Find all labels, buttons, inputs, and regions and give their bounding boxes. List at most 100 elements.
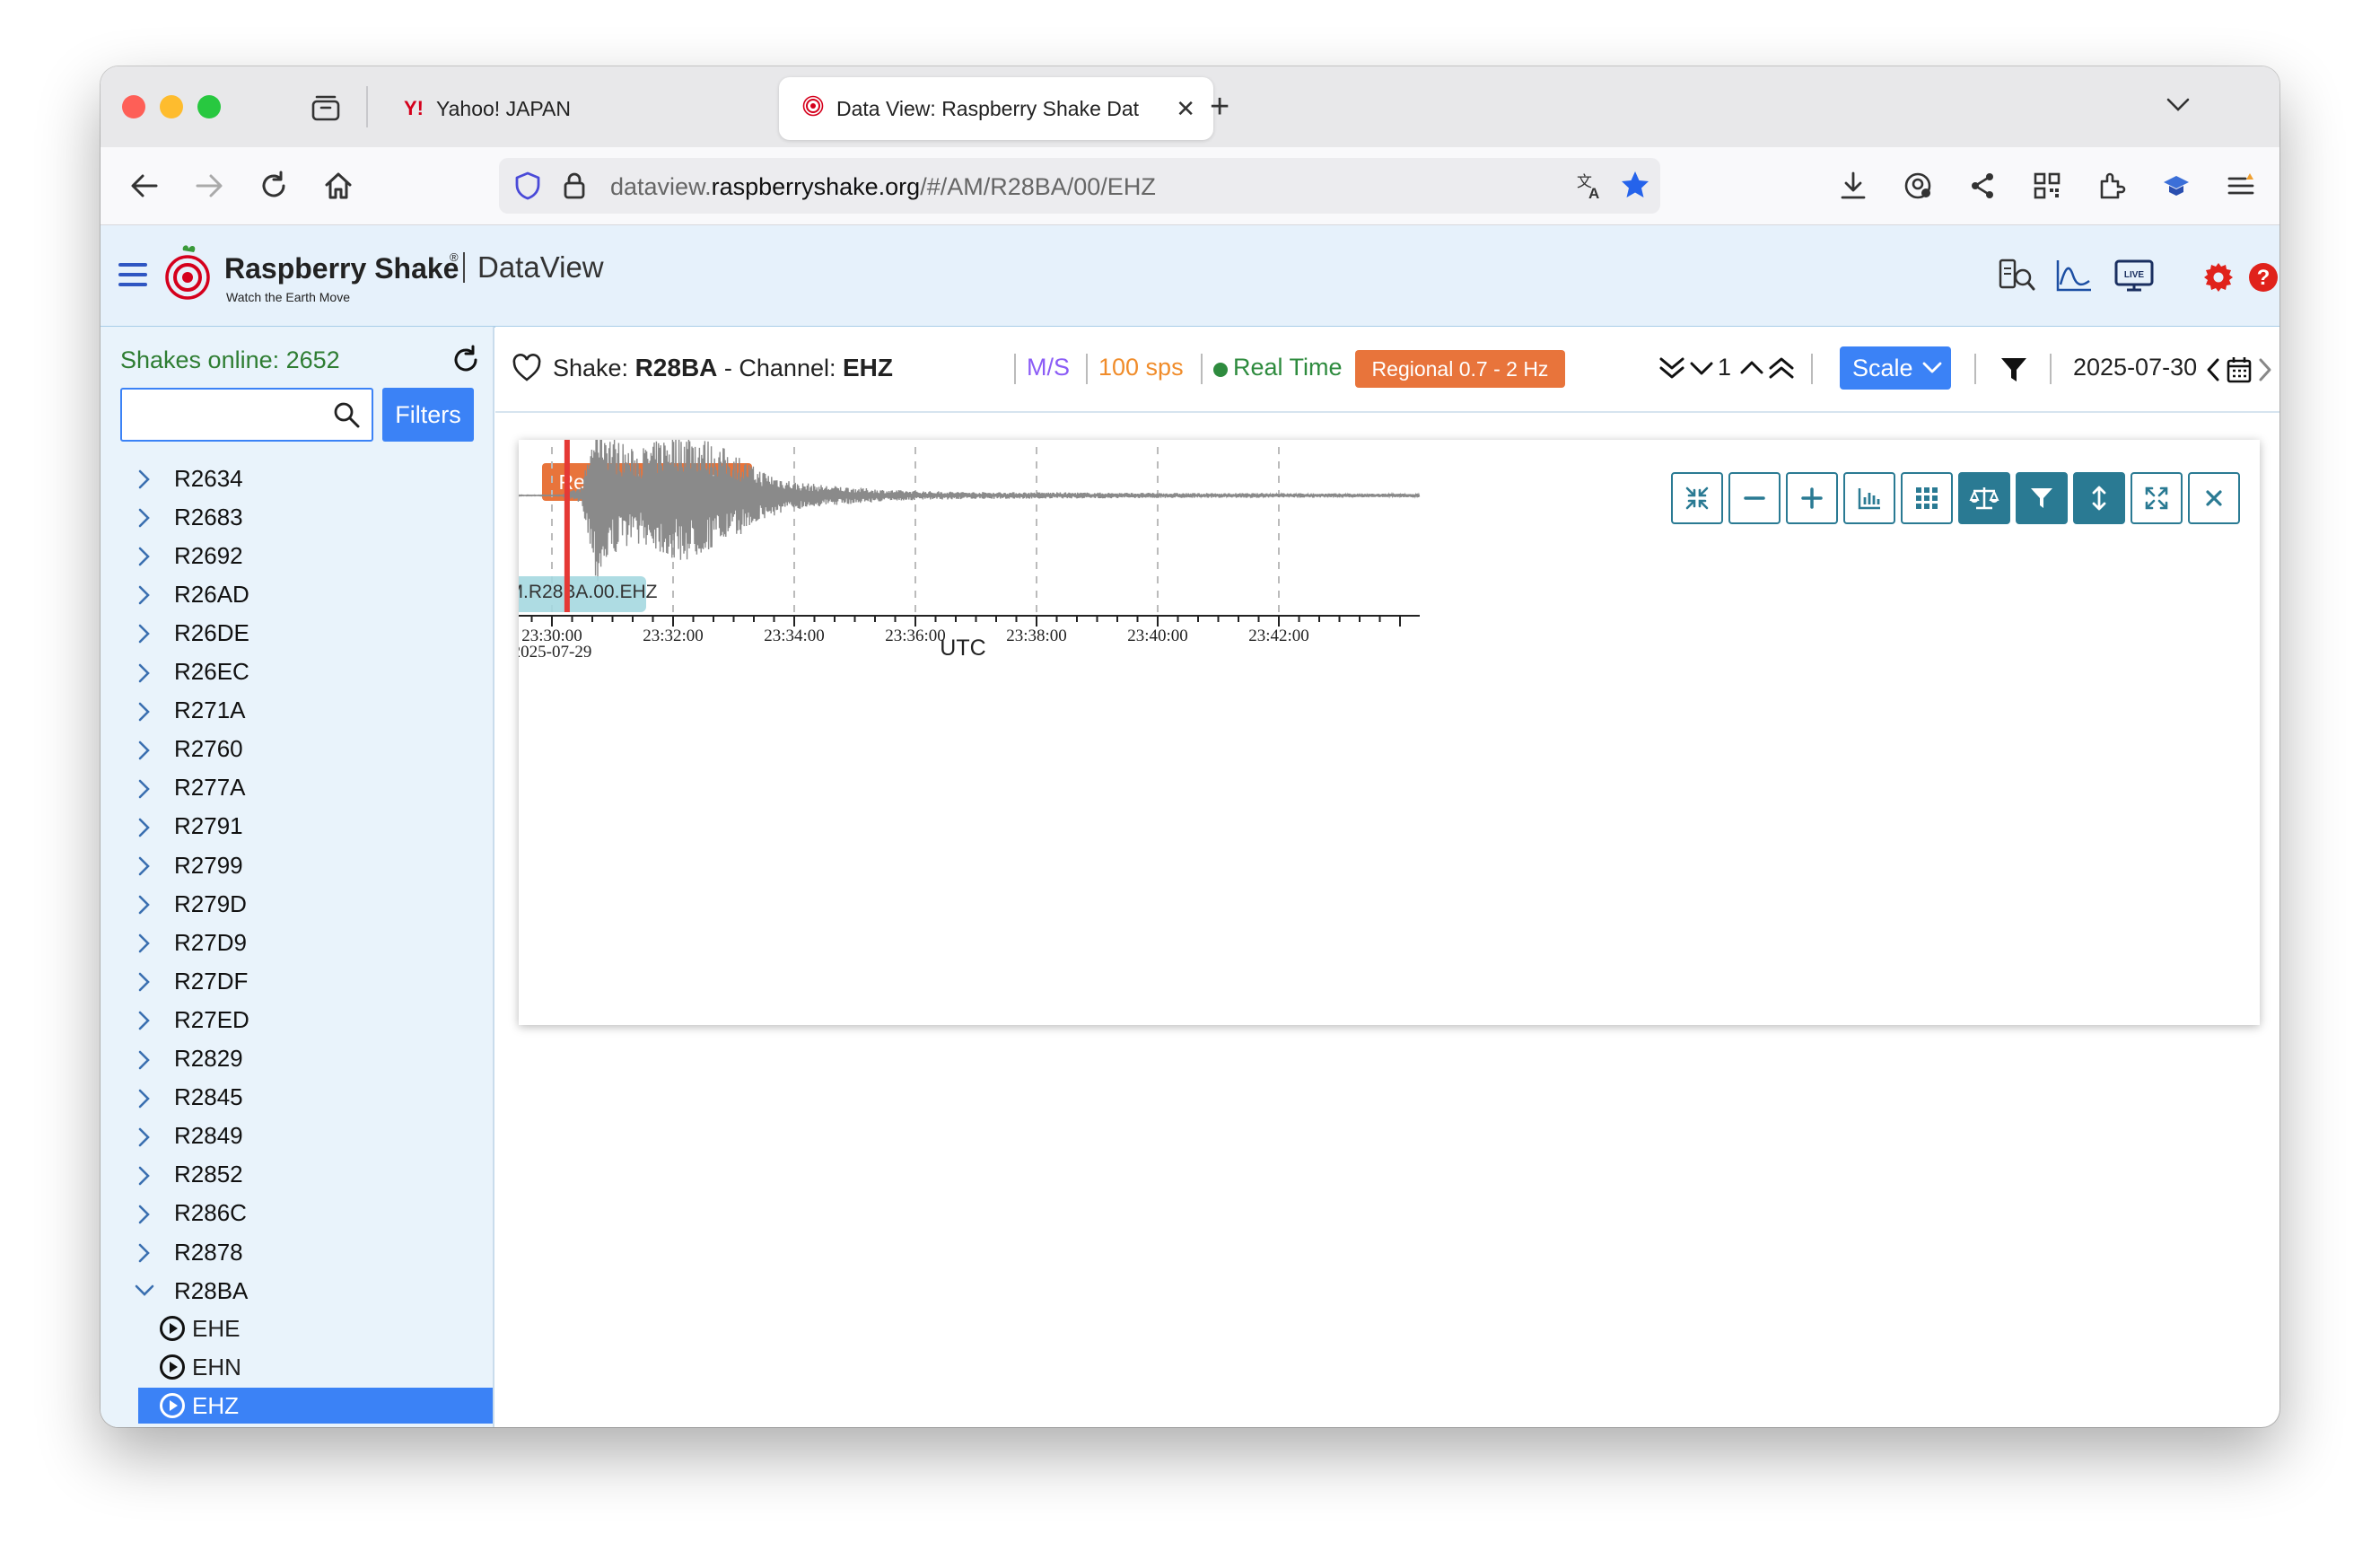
chevron-down-icon[interactable] xyxy=(133,1280,156,1308)
station-item[interactable]: R2852 xyxy=(101,1156,493,1194)
waveform-chart[interactable]: 5e-50-5e-5M/S23:30:0023:32:0023:34:0023:… xyxy=(519,440,2260,1025)
station-search-input[interactable] xyxy=(120,388,373,442)
compare-icon[interactable] xyxy=(1998,258,2035,298)
station-item[interactable]: R2683 xyxy=(101,498,493,536)
chevron-right-icon[interactable] xyxy=(133,739,154,768)
station-item[interactable]: R271A xyxy=(101,692,493,730)
next-day-chevron-icon[interactable] xyxy=(2256,357,2274,387)
prev-day-chevron-icon[interactable] xyxy=(2204,357,2222,387)
station-item[interactable]: R2878 xyxy=(101,1233,493,1271)
tab-overview-icon[interactable] xyxy=(311,93,341,122)
close-window-button[interactable] xyxy=(122,95,145,118)
station-item[interactable]: R28BA xyxy=(101,1272,493,1310)
chevron-up-icon[interactable] xyxy=(1737,355,1766,383)
chevron-right-icon[interactable] xyxy=(133,1048,154,1078)
play-circle-icon[interactable] xyxy=(160,1354,185,1380)
station-item[interactable]: R2791 xyxy=(101,808,493,846)
hamburger-menu-icon[interactable] xyxy=(118,261,147,293)
refresh-icon[interactable] xyxy=(451,345,481,380)
chevron-right-icon[interactable] xyxy=(133,970,154,1000)
channel-item[interactable]: EHZ xyxy=(138,1388,493,1424)
chevron-right-icon[interactable] xyxy=(133,932,154,961)
tab-data-view[interactable]: Data View: Raspberry Shake Dat ✕ xyxy=(779,77,1213,140)
chevron-right-icon[interactable] xyxy=(133,893,154,923)
shield-icon[interactable] xyxy=(513,171,542,206)
favorite-heart-icon[interactable] xyxy=(512,354,542,387)
search-icon[interactable] xyxy=(332,400,361,434)
chevron-right-icon[interactable] xyxy=(133,1203,154,1232)
play-circle-icon[interactable] xyxy=(160,1393,185,1419)
filter-funnel-icon[interactable] xyxy=(1999,355,2028,389)
channel-item[interactable]: EHE xyxy=(138,1310,493,1346)
zoom-window-button[interactable] xyxy=(197,95,221,118)
station-item[interactable]: R2634 xyxy=(101,460,493,497)
calendar-icon[interactable] xyxy=(2226,355,2253,389)
new-tab-icon[interactable]: + xyxy=(1210,88,1229,127)
scale-dropdown[interactable]: Scale xyxy=(1840,346,1951,390)
station-item[interactable]: R26EC xyxy=(101,653,493,691)
live-monitor-icon[interactable]: LIVE xyxy=(2114,259,2154,296)
raspberry-shake-logo-icon[interactable] xyxy=(162,243,214,307)
chevron-right-icon[interactable] xyxy=(133,1009,154,1039)
chevron-right-icon[interactable] xyxy=(133,662,154,691)
station-item[interactable]: R2760 xyxy=(101,731,493,768)
chevron-down-icon[interactable] xyxy=(1687,357,1716,385)
forward-arrow-icon[interactable] xyxy=(188,165,230,206)
extensions-icon[interactable] xyxy=(2091,165,2132,206)
station-item[interactable]: R27DF xyxy=(101,962,493,1000)
url-text[interactable]: dataview.raspberryshake.org/#/AM/R28BA/0… xyxy=(610,173,1156,201)
help-icon[interactable]: ? xyxy=(2247,261,2279,298)
double-chevron-up-icon[interactable] xyxy=(1766,354,1797,385)
station-item[interactable]: R27ED xyxy=(101,1001,493,1039)
lock-icon[interactable] xyxy=(562,171,587,206)
station-item[interactable]: R2849 xyxy=(101,1117,493,1155)
station-item[interactable]: R2799 xyxy=(101,846,493,884)
station-item[interactable]: R26DE xyxy=(101,614,493,652)
station-item[interactable]: R26AD xyxy=(101,575,493,613)
filter-badge[interactable]: Regional 0.7 - 2 Hz xyxy=(1355,350,1565,388)
download-icon[interactable] xyxy=(1833,165,1874,206)
chevron-right-icon[interactable] xyxy=(133,1164,154,1194)
station-item[interactable]: R27D9 xyxy=(101,924,493,961)
chevron-right-icon[interactable] xyxy=(133,506,154,536)
url-bar[interactable]: dataview.raspberryshake.org/#/AM/R28BA/0… xyxy=(499,158,1660,214)
channel-item[interactable]: EHN xyxy=(138,1349,493,1385)
qr-code-icon[interactable] xyxy=(2026,165,2068,206)
realtime-label[interactable]: Real Time xyxy=(1233,354,1343,381)
chevron-right-icon[interactable] xyxy=(133,622,154,652)
play-circle-icon[interactable] xyxy=(160,1316,185,1342)
chevron-right-icon[interactable] xyxy=(133,545,154,574)
station-item[interactable]: R279D xyxy=(101,885,493,923)
bookmark-star-icon[interactable] xyxy=(1619,169,1651,206)
tab-close-icon[interactable]: ✕ xyxy=(1176,95,1195,123)
graduation-cap-icon[interactable] xyxy=(2156,165,2197,206)
back-arrow-icon[interactable] xyxy=(124,165,165,206)
station-item[interactable]: R2692 xyxy=(101,537,493,574)
station-item[interactable]: R2845 xyxy=(101,1079,493,1117)
chevron-right-icon[interactable] xyxy=(133,1241,154,1271)
share-icon[interactable] xyxy=(1962,165,2003,206)
reload-icon[interactable] xyxy=(253,165,294,206)
chevron-right-icon[interactable] xyxy=(133,583,154,613)
station-item[interactable]: R277A xyxy=(101,769,493,807)
filters-button[interactable]: Filters xyxy=(382,388,474,442)
chevron-right-icon[interactable] xyxy=(133,468,154,497)
gear-icon[interactable] xyxy=(2202,261,2235,298)
app-menu-icon[interactable] xyxy=(2220,165,2262,206)
chevron-right-icon[interactable] xyxy=(133,700,154,730)
minimize-window-button[interactable] xyxy=(160,95,183,118)
helicorder-chart[interactable]: Off East Coast of Kamchatka, D 10km, M 6… xyxy=(495,1041,2272,1418)
chevron-right-icon[interactable] xyxy=(133,777,154,807)
station-item[interactable]: R286C xyxy=(101,1195,493,1232)
home-icon[interactable] xyxy=(318,165,359,206)
chevron-right-icon[interactable] xyxy=(133,816,154,846)
translate-icon[interactable]: 文A xyxy=(1576,171,1606,207)
chevron-right-icon[interactable] xyxy=(133,854,154,884)
spectrogram-icon[interactable] xyxy=(2055,258,2093,298)
tab-list-chevron-icon[interactable] xyxy=(2165,93,2192,119)
units-label[interactable]: M/S xyxy=(1027,354,1070,381)
station-item[interactable]: R2829 xyxy=(101,1040,493,1078)
account-icon[interactable] xyxy=(1897,165,1938,206)
chevron-right-icon[interactable] xyxy=(133,1126,154,1155)
double-chevron-down-icon[interactable] xyxy=(1657,355,1687,387)
